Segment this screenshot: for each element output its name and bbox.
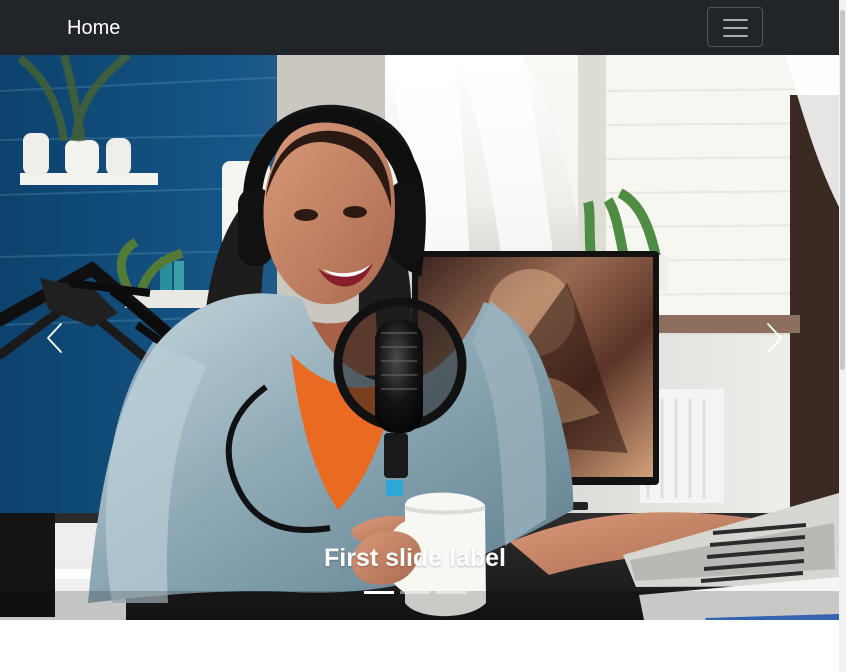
vertical-scrollbar[interactable] <box>839 0 846 672</box>
chevron-right-icon <box>767 323 782 353</box>
menu-toggle-button[interactable] <box>707 7 763 47</box>
carousel-indicator-2[interactable] <box>400 591 430 594</box>
carousel-indicator-3[interactable] <box>436 591 466 594</box>
hamburger-icon <box>723 19 748 37</box>
hero-carousel: First slide label <box>0 55 839 620</box>
webpage: Home First slide label <box>0 0 846 672</box>
carousel-next-button[interactable] <box>729 55 839 620</box>
chevron-left-icon <box>47 323 62 353</box>
podcast-host-image <box>0 55 839 620</box>
scrollbar-thumb[interactable] <box>840 10 845 370</box>
carousel-indicator-1[interactable] <box>364 591 394 594</box>
page-content: Home First slide label <box>0 0 839 672</box>
carousel-caption: First slide label <box>323 544 506 572</box>
top-navbar: Home <box>0 0 839 55</box>
home-link[interactable]: Home <box>67 14 120 42</box>
carousel-previous-button[interactable] <box>0 55 110 620</box>
carousel-indicators <box>364 591 466 599</box>
